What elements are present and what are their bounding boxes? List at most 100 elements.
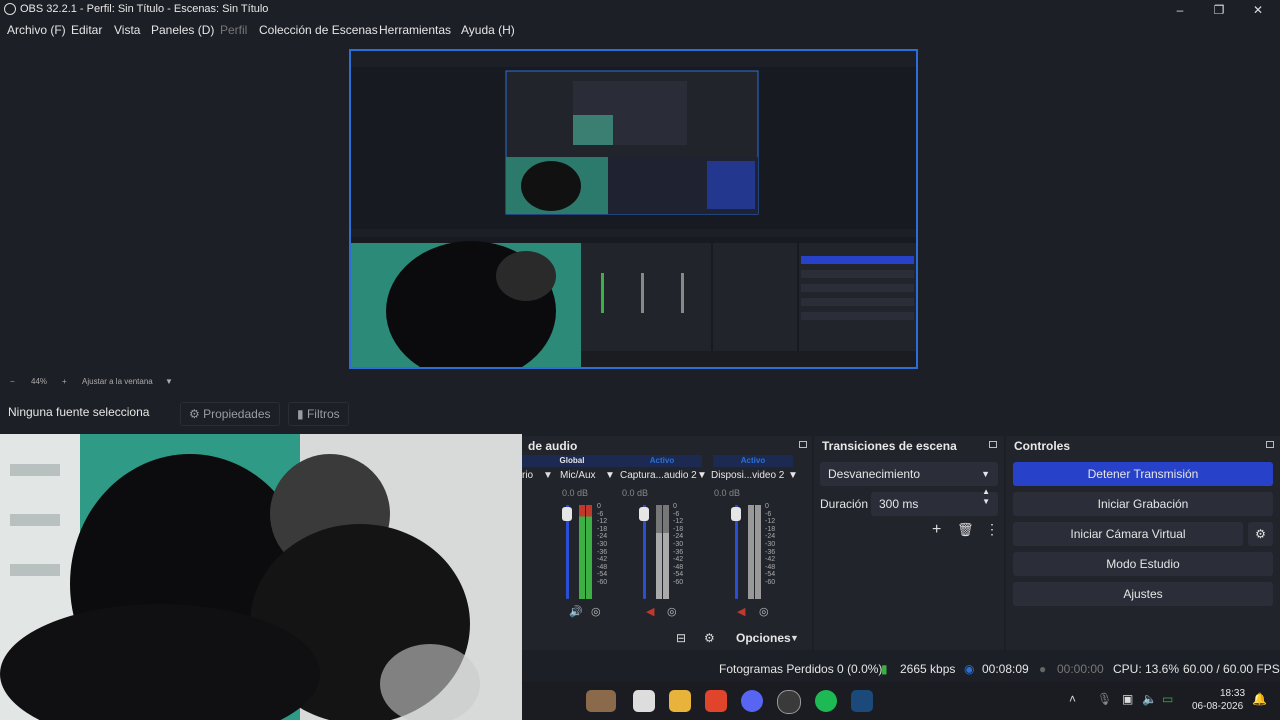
menu-editar[interactable]: Editar [71, 23, 102, 37]
title-bar: OBS 32.2.1 - Perfil: Sin Título - Escena… [0, 0, 1280, 20]
spin-arrows-icon[interactable]: ▲ ▼ [982, 487, 990, 507]
trash-icon[interactable]: 🗑 [957, 522, 974, 538]
signal-bars-icon: ▮ [881, 662, 888, 676]
menu-archivo[interactable]: Archivo (F) [7, 23, 66, 37]
chevron-down-icon[interactable]: ▼ [697, 470, 707, 481]
chevron-down-icon[interactable]: ▼ [543, 470, 553, 481]
channel-name-device[interactable]: Disposi...video 2 [711, 470, 784, 481]
level-meter [586, 505, 592, 599]
filter-icon: ▮ [297, 407, 304, 421]
steam-icon[interactable] [851, 690, 873, 712]
clock-date[interactable]: 06-08-2026 [1192, 701, 1243, 712]
no-source-label: Ninguna fuente selecciona [8, 405, 150, 419]
chevron-down-icon[interactable]: ▼ [790, 633, 799, 643]
chevron-down-icon[interactable]: ▼ [165, 377, 173, 386]
gear-icon: ⚙ [189, 407, 200, 421]
monitor-icon[interactable]: ◎ [759, 605, 769, 618]
menu-bar: Archivo (F) Editar Vista Paneles (D) Per… [0, 20, 1280, 42]
speaker-icon[interactable]: 🔊 [569, 605, 583, 618]
brave-browser-icon[interactable] [705, 690, 727, 712]
muted-speaker-icon[interactable]: ◀ [646, 605, 654, 618]
channel-volume-db: 0.0 dB [622, 488, 649, 498]
file-explorer-icon[interactable] [669, 690, 691, 712]
dropped-frames: Fotogramas Perdidos 0 (0.0%) [719, 662, 883, 676]
record-icon: ● [1039, 662, 1047, 676]
broadcast-icon: ◉ [964, 662, 975, 676]
stop-streaming-button[interactable]: Detener Transmisión [1013, 462, 1273, 486]
menu-coleccion-escenas[interactable]: Colección de Escenas [259, 23, 378, 37]
start-recording-button[interactable]: Iniciar Grabación [1013, 492, 1273, 516]
settings-button[interactable]: Ajustes [1013, 582, 1273, 606]
maximize-button[interactable]: ❐ [1207, 2, 1231, 18]
chevron-down-icon[interactable]: ▼ [605, 470, 615, 481]
obs-taskbar-icon[interactable] [777, 690, 801, 714]
network-icon[interactable]: ▣ [1122, 692, 1133, 706]
level-meter [656, 505, 662, 599]
channel-header-active: Activo [622, 455, 702, 467]
meter-scale: 0 -6 -12 -18 -24 -30 -36 -42 -48 -54 -60 [597, 503, 608, 586]
zoom-out-button[interactable]: − [10, 377, 15, 386]
channel-volume-db: 0.0 dB [714, 488, 741, 498]
channel-name-mic[interactable]: Mic/Aux [560, 470, 596, 481]
stream-time: 00:08:09 [982, 662, 1029, 676]
clock-time[interactable]: 18:33 [1220, 688, 1245, 699]
menu-vista[interactable]: Vista [114, 23, 140, 37]
menu-ayuda[interactable]: Ayuda (H) [461, 23, 515, 37]
start-virtual-camera-button[interactable]: Iniciar Cámara Virtual [1013, 522, 1243, 546]
channel-name-partial: rio [522, 470, 534, 481]
volume-slider-knob[interactable] [731, 507, 741, 521]
microphone-icon[interactable]: 🎙 [1097, 692, 1112, 706]
level-meter [579, 505, 585, 599]
menu-herramientas[interactable]: Herramientas [379, 23, 451, 37]
channel-header-active: Activo [713, 455, 793, 467]
more-options-icon[interactable]: ⋮ [985, 521, 999, 538]
battery-icon[interactable]: ▭ [1162, 692, 1173, 706]
close-button[interactable]: ✕ [1246, 2, 1270, 18]
nested-screen-image [351, 51, 916, 367]
menu-perfil[interactable]: Perfil [220, 23, 247, 37]
level-meter [755, 505, 761, 599]
undock-icon[interactable] [989, 441, 997, 448]
options-dropdown[interactable]: Opciones [736, 631, 791, 645]
volume-slider-knob[interactable] [562, 507, 572, 521]
channel-header-global: Global [522, 455, 622, 467]
duration-input[interactable]: 300 ms ▲ ▼ [871, 487, 998, 516]
monitor-icon[interactable]: ◎ [591, 605, 601, 618]
zoom-bar: − 44% + Ajustar a la ventana ▼ [0, 375, 1280, 391]
task-view-icon[interactable] [633, 690, 655, 712]
duration-label: Duración [820, 497, 869, 511]
muted-speaker-icon[interactable]: ◀ [737, 605, 745, 618]
virtual-camera-settings-button[interactable]: ⚙ [1248, 522, 1273, 546]
settings-icon[interactable]: ⚙ [704, 631, 715, 645]
volume-slider-knob[interactable] [639, 507, 649, 521]
gear-icon: ⚙ [1255, 527, 1266, 541]
chevron-up-icon[interactable]: ˄ [1069, 692, 1076, 706]
fps: 60.00 / 60.00 FPS [1183, 662, 1280, 676]
menu-paneles[interactable]: Paneles (D) [151, 23, 214, 37]
channel-name-capture[interactable]: Captura...audio 2 [620, 470, 697, 481]
zoom-in-button[interactable]: + [62, 377, 67, 386]
undock-icon[interactable] [1266, 441, 1274, 448]
add-icon[interactable]: + [932, 521, 941, 539]
spotify-icon[interactable] [815, 690, 837, 712]
studio-mode-button[interactable]: Modo Estudio [1013, 552, 1273, 576]
layout-icon[interactable]: ⊟ [676, 631, 686, 645]
level-meter [748, 505, 754, 599]
meter-scale: 0 -6 -12 -18 -24 -30 -36 -42 -48 -54 -60 [673, 503, 684, 586]
fit-window-dropdown[interactable]: Ajustar a la ventana [82, 377, 153, 386]
recording-time: 00:00:00 [1057, 662, 1104, 676]
transition-type-select[interactable]: Desvanecimiento ▼ [820, 462, 998, 486]
volume-icon[interactable]: 🔈 [1142, 692, 1157, 706]
undock-icon[interactable] [799, 441, 807, 448]
controls-title: Controles [1014, 439, 1071, 453]
widgets-icon[interactable] [586, 690, 616, 712]
properties-button[interactable]: ⚙ Propiedades [180, 402, 280, 426]
minimize-button[interactable]: – [1168, 2, 1192, 18]
filters-button[interactable]: ▮ Filtros [288, 402, 349, 426]
audio-mixer-title: de audio [528, 439, 578, 453]
chevron-down-icon[interactable]: ▼ [788, 470, 798, 481]
monitor-icon[interactable]: ◎ [667, 605, 677, 618]
recursive-preview-capture[interactable] [349, 49, 918, 369]
discord-icon[interactable] [741, 690, 763, 712]
notification-bell-icon[interactable]: 🔔 [1252, 692, 1267, 706]
